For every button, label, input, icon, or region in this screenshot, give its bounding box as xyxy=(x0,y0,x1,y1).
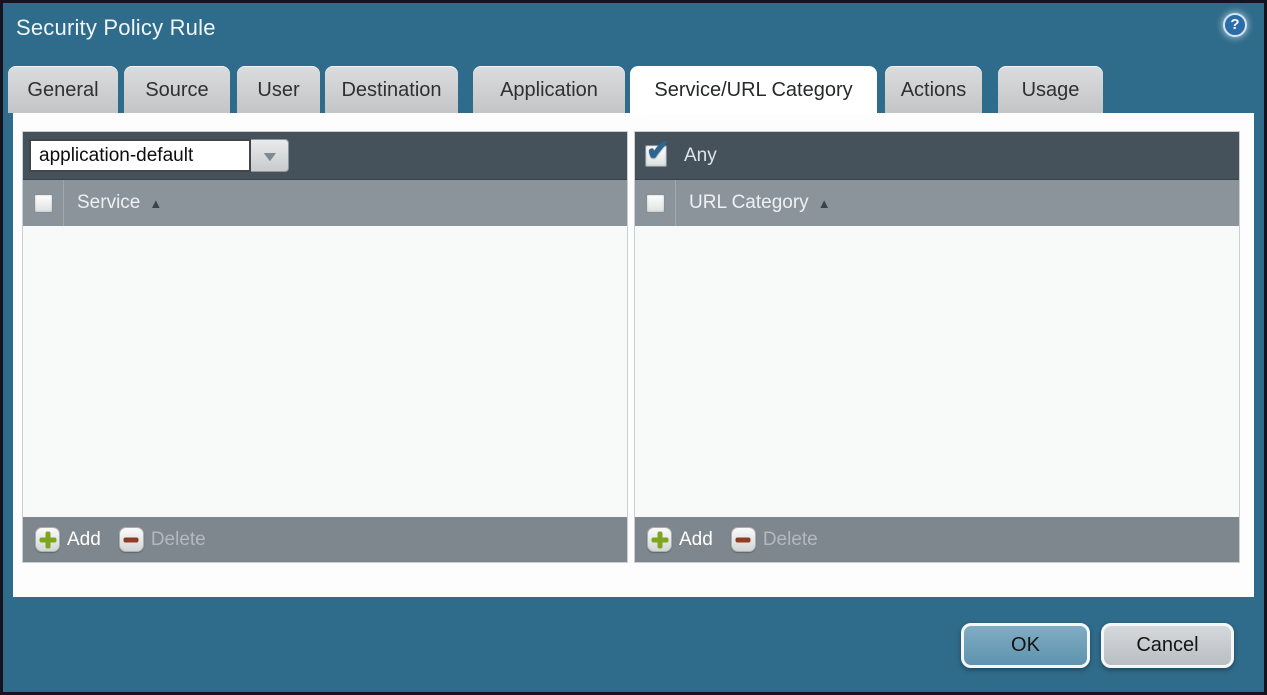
url-category-toolbar: ✔ Any xyxy=(635,132,1239,180)
service-add-label: Add xyxy=(67,529,101,551)
service-type-dropdown: ▼ xyxy=(29,139,289,172)
service-type-dropdown-button[interactable]: ▼ xyxy=(251,139,289,172)
plus-icon xyxy=(647,527,672,552)
url-category-delete-button[interactable]: Delete xyxy=(731,527,818,552)
service-select-all-cell xyxy=(23,180,64,226)
dialog-title: Security Policy Rule xyxy=(16,15,216,41)
service-add-button[interactable]: Add xyxy=(35,527,101,552)
minus-icon xyxy=(731,527,756,552)
url-category-column-label: URL Category xyxy=(689,192,809,214)
help-icon[interactable]: ? xyxy=(1223,13,1247,37)
url-category-panel-footer: Add Delete xyxy=(635,517,1239,562)
service-column-label-cell: Service ▲ xyxy=(64,192,162,214)
service-select-all-checkbox[interactable] xyxy=(34,194,53,213)
url-category-delete-label: Delete xyxy=(763,529,818,551)
tab-actions[interactable]: Actions xyxy=(885,66,982,113)
tab-source[interactable]: Source xyxy=(124,66,230,113)
service-delete-button[interactable]: Delete xyxy=(119,527,206,552)
url-category-add-button[interactable]: Add xyxy=(647,527,713,552)
service-panel: ▼ Service ▲ Add xyxy=(22,131,628,563)
tab-usage[interactable]: Usage xyxy=(998,66,1103,113)
service-type-input[interactable] xyxy=(29,139,251,172)
any-label: Any xyxy=(684,145,717,167)
any-checkbox[interactable]: ✔ xyxy=(645,145,667,167)
service-column-header[interactable]: Service ▲ xyxy=(23,180,627,226)
sort-ascending-icon: ▲ xyxy=(149,196,162,211)
ok-button[interactable]: OK xyxy=(961,623,1090,668)
service-column-label: Service xyxy=(77,192,140,214)
url-category-column-label-cell: URL Category ▲ xyxy=(676,192,831,214)
url-category-select-all-cell xyxy=(635,180,676,226)
tab-service-url-category[interactable]: Service/URL Category xyxy=(630,66,877,115)
service-toolbar: ▼ xyxy=(23,132,627,180)
security-policy-rule-dialog: Security Policy Rule ? General Source Us… xyxy=(0,0,1267,695)
tab-general[interactable]: General xyxy=(8,66,118,113)
plus-icon xyxy=(35,527,60,552)
url-category-column-header[interactable]: URL Category ▲ xyxy=(635,180,1239,226)
url-category-add-label: Add xyxy=(679,529,713,551)
url-category-list-body xyxy=(635,226,1239,517)
checkmark-icon: ✔ xyxy=(646,133,670,168)
service-delete-label: Delete xyxy=(151,529,206,551)
tab-destination[interactable]: Destination xyxy=(325,66,458,113)
tab-bar: General Source User Destination Applicat… xyxy=(0,66,1267,115)
service-list-body xyxy=(23,226,627,517)
cancel-button[interactable]: Cancel xyxy=(1101,623,1234,668)
service-panel-footer: Add Delete xyxy=(23,517,627,562)
tab-content-area: ▼ Service ▲ Add xyxy=(13,113,1254,597)
minus-icon xyxy=(119,527,144,552)
tab-user[interactable]: User xyxy=(237,66,320,113)
url-category-panel: ✔ Any URL Category ▲ Add xyxy=(634,131,1240,563)
tab-application[interactable]: Application xyxy=(473,66,625,113)
chevron-down-icon: ▼ xyxy=(259,148,280,164)
sort-ascending-icon: ▲ xyxy=(818,196,831,211)
url-category-select-all-checkbox[interactable] xyxy=(646,194,665,213)
